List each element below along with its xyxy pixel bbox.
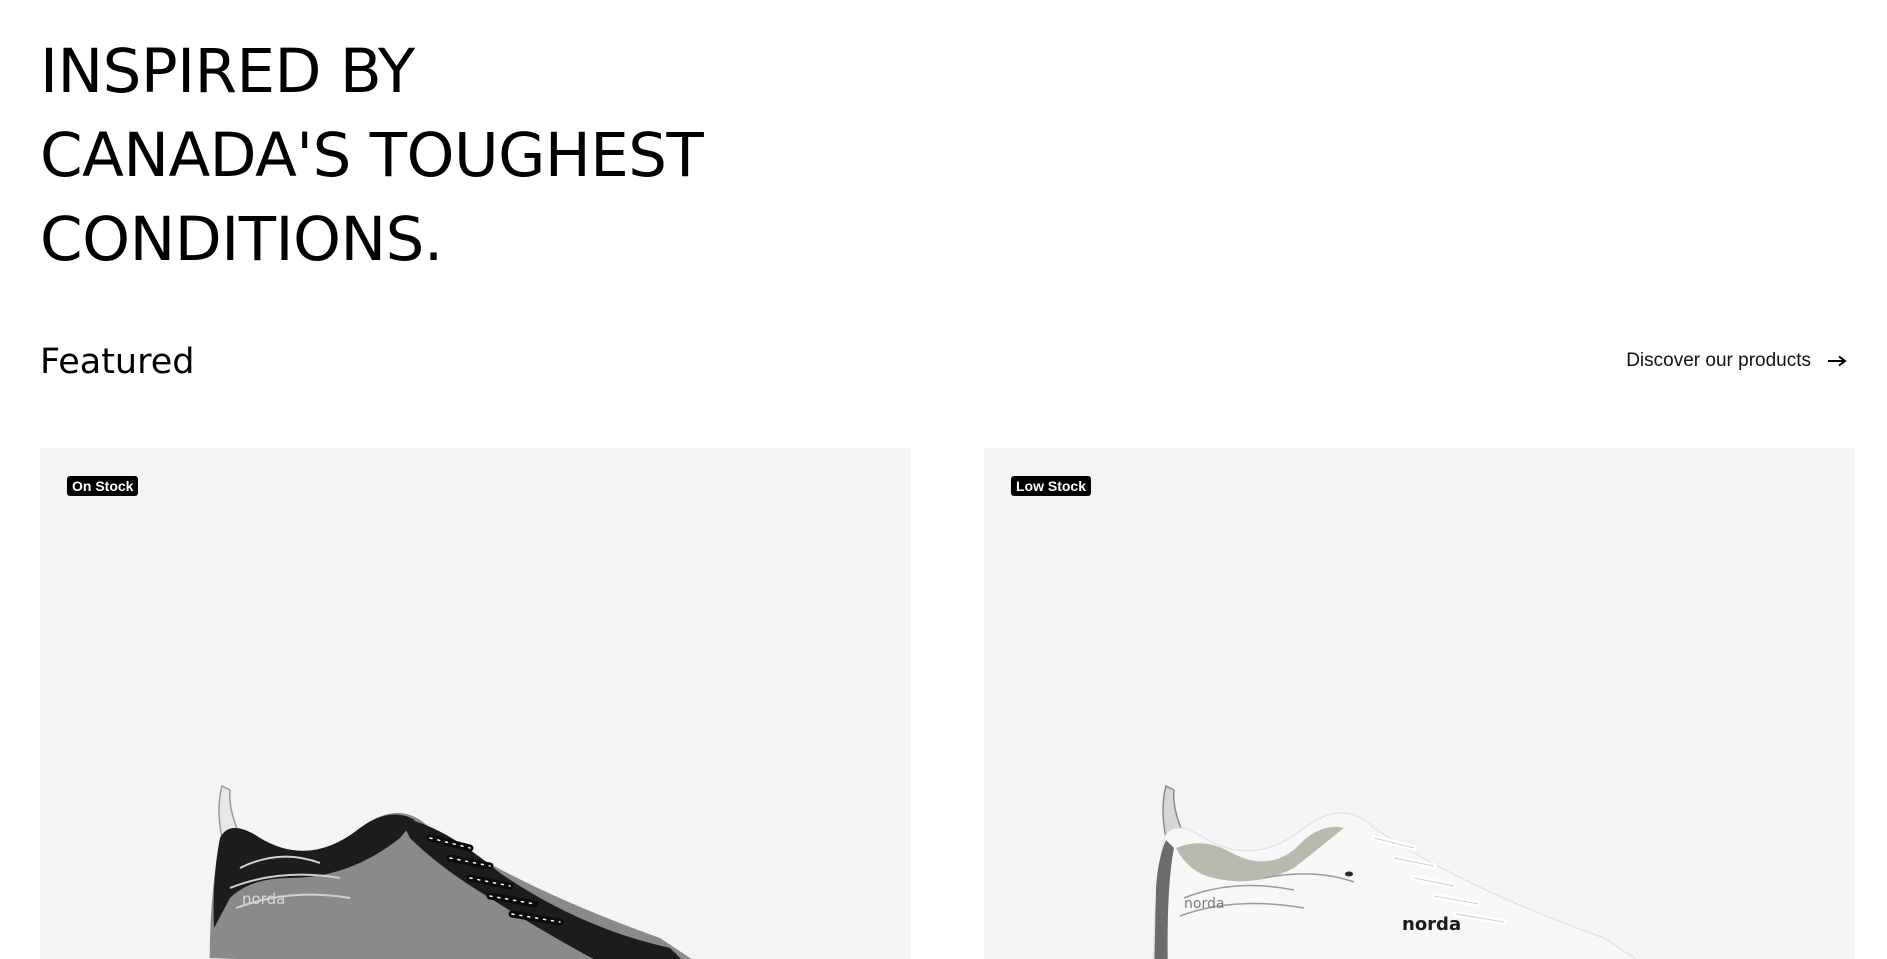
shoe-heel-brand-mark: norda bbox=[1184, 896, 1224, 912]
hero-title: INSPIRED BY CANADA'S TOUGHEST CONDITIONS… bbox=[40, 30, 704, 282]
product-card[interactable]: Low Stock norda norda bbox=[984, 448, 1855, 959]
hero-title-line-2: CANADA'S TOUGHEST bbox=[40, 120, 704, 191]
product-image-dark-shoe: norda bbox=[209, 784, 692, 959]
stock-badge: Low Stock bbox=[1011, 476, 1092, 496]
featured-products: On Stock norda Low Stock norda norda bbox=[40, 448, 1855, 959]
discover-products-label: Discover our products bbox=[1626, 350, 1811, 371]
product-card[interactable]: On Stock norda bbox=[40, 448, 911, 959]
hero-title-line-3: CONDITIONS. bbox=[40, 204, 443, 275]
shoe-side-brand-mark: norda bbox=[1402, 914, 1461, 935]
arrow-right-icon bbox=[1828, 355, 1847, 367]
discover-products-link[interactable]: Discover our products bbox=[1626, 350, 1847, 372]
shoe-brand-mark: norda bbox=[242, 890, 285, 908]
featured-heading: Featured bbox=[40, 342, 195, 382]
product-image-white-shoe: norda norda bbox=[1153, 784, 1637, 959]
hero-title-line-1: INSPIRED BY bbox=[40, 36, 415, 107]
stock-badge: On Stock bbox=[67, 476, 139, 496]
page: INSPIRED BY CANADA'S TOUGHEST CONDITIONS… bbox=[0, 0, 1887, 959]
